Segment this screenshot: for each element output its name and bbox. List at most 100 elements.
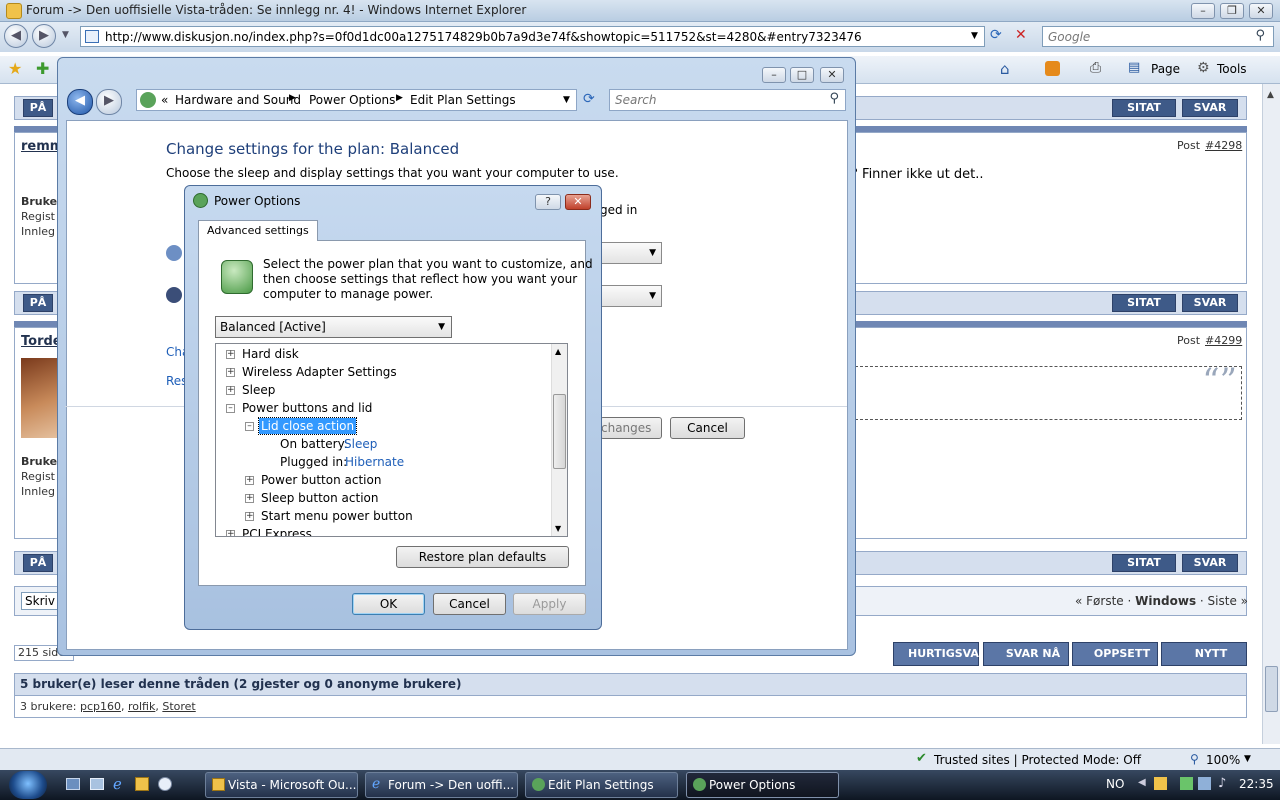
- apply-button[interactable]: Apply: [513, 593, 586, 615]
- reader-link[interactable]: pcp160: [80, 700, 121, 713]
- tree-scroll-up-icon[interactable]: ▲: [555, 347, 561, 356]
- tray-network-icon[interactable]: [1198, 777, 1211, 790]
- edit-refresh-icon[interactable]: ⟳: [583, 91, 595, 107]
- history-dropdown-icon[interactable]: ▼: [62, 30, 69, 40]
- media-player-icon[interactable]: [158, 777, 172, 791]
- page-scrollbar[interactable]: ▲: [1262, 84, 1280, 744]
- tree-scroll-down-icon[interactable]: ▼: [555, 524, 561, 533]
- clock[interactable]: 22:35: [1239, 777, 1274, 791]
- expand-icon[interactable]: +: [226, 350, 235, 359]
- scroll-thumb[interactable]: [1265, 666, 1278, 712]
- last-link[interactable]: · Siste »: [1196, 594, 1248, 608]
- plan-select[interactable]: Balanced [Active] ▼: [215, 316, 452, 338]
- edit-forward-icon[interactable]: ▶: [96, 89, 122, 115]
- start-orb-icon[interactable]: [9, 771, 47, 799]
- svar-button[interactable]: SVAR: [1182, 99, 1238, 117]
- breadcrumb-sep-icon[interactable]: ▶: [396, 93, 403, 103]
- stop-icon[interactable]: ✕: [1015, 27, 1027, 43]
- search-box[interactable]: Google ⚲: [1042, 26, 1274, 47]
- edit-breadcrumb[interactable]: « Hardware and Sound ▶ Power Options ▶ E…: [136, 89, 577, 111]
- help-button[interactable]: ?: [535, 194, 561, 210]
- breadcrumb-power-options[interactable]: Power Options: [309, 93, 395, 107]
- favorites-star-icon[interactable]: ★: [8, 59, 22, 78]
- plugged-in-value[interactable]: Hibernate: [345, 455, 404, 469]
- close-button[interactable]: ✕: [1249, 3, 1273, 19]
- tree-power-button-action[interactable]: Power button action: [261, 473, 381, 487]
- pa-button[interactable]: PÅ: [23, 99, 53, 117]
- expand-icon[interactable]: +: [245, 476, 254, 485]
- expand-icon[interactable]: +: [226, 530, 235, 536]
- sitat-button[interactable]: SITAT: [1112, 294, 1176, 312]
- outlook-quicklaunch-icon[interactable]: [135, 777, 149, 791]
- settings-tree[interactable]: + Hard disk + Wireless Adapter Settings …: [215, 343, 568, 537]
- current-forum[interactable]: Windows: [1135, 594, 1196, 608]
- sitat-button[interactable]: SITAT: [1112, 554, 1176, 572]
- add-favorites-icon[interactable]: ✚: [36, 59, 49, 78]
- address-dropdown-icon[interactable]: ▼: [971, 31, 978, 41]
- oppsett-button[interactable]: OPPSETT: [1072, 642, 1158, 666]
- scroll-up-icon[interactable]: ▲: [1267, 90, 1274, 100]
- switch-windows-icon[interactable]: [90, 778, 104, 790]
- tree-sleep-button-action[interactable]: Sleep button action: [261, 491, 378, 505]
- print-icon[interactable]: ⎙: [1090, 60, 1101, 76]
- show-desktop-icon[interactable]: [66, 778, 80, 790]
- home-icon[interactable]: ⌂: [1000, 60, 1010, 78]
- edit-back-icon[interactable]: ◀: [67, 89, 93, 115]
- restore-button[interactable]: ❐: [1220, 3, 1244, 19]
- tools-menu[interactable]: Tools: [1217, 62, 1247, 76]
- tree-hard-disk[interactable]: Hard disk: [242, 347, 299, 361]
- tray-expand-icon[interactable]: ◀: [1138, 777, 1146, 788]
- display-plugged-select[interactable]: ▼: [600, 242, 662, 264]
- edit-maximize-button[interactable]: □: [790, 67, 814, 83]
- taskbar-outlook[interactable]: Vista - Microsoft Ou...: [205, 772, 358, 798]
- taskbar-power-options[interactable]: Power Options: [686, 772, 839, 798]
- reader-link[interactable]: Storet: [162, 700, 195, 713]
- expand-icon[interactable]: +: [226, 368, 235, 377]
- hurtigsvar-button[interactable]: HURTIGSVAR: [893, 642, 987, 666]
- tray-volume-icon[interactable]: ♪: [1218, 776, 1226, 791]
- breadcrumb-edit-plan[interactable]: Edit Plan Settings: [410, 93, 516, 107]
- on-battery-value[interactable]: Sleep: [344, 437, 377, 451]
- zoom-dropdown-icon[interactable]: ▼: [1244, 754, 1251, 764]
- breadcrumb-dropdown-icon[interactable]: ▼: [563, 95, 570, 105]
- first-link[interactable]: « Første ·: [1075, 594, 1135, 608]
- zoom-level[interactable]: 100%: [1206, 753, 1240, 767]
- feeds-icon[interactable]: [1045, 61, 1060, 76]
- post-author[interactable]: Torde: [21, 334, 62, 349]
- dialog-cancel-button[interactable]: Cancel: [433, 593, 506, 615]
- nytt-emne-button[interactable]: NYTT EMNE: [1161, 642, 1247, 682]
- search-icon[interactable]: ⚲: [1255, 28, 1265, 43]
- forum-search-input[interactable]: Skriv: [21, 592, 61, 610]
- minimize-button[interactable]: –: [1191, 3, 1215, 19]
- tree-pci-express[interactable]: PCI Express: [242, 527, 312, 536]
- tree-power-buttons-lid[interactable]: Power buttons and lid: [242, 401, 372, 415]
- tree-scrollbar[interactable]: ▲ ▼: [551, 344, 567, 536]
- edit-search-icon[interactable]: ⚲: [829, 91, 839, 106]
- refresh-icon[interactable]: ⟳: [990, 27, 1002, 43]
- reader-link[interactable]: rolfik: [128, 700, 155, 713]
- post-number-link[interactable]: #4298: [1205, 139, 1242, 152]
- tray-power-icon[interactable]: [1180, 777, 1193, 790]
- language-indicator[interactable]: NO: [1106, 777, 1124, 791]
- svar-button[interactable]: SVAR: [1182, 294, 1238, 312]
- breadcrumb-hardware-sound[interactable]: Hardware and Sound: [175, 93, 301, 107]
- save-changes-button[interactable]: changes: [600, 417, 662, 439]
- forward-icon[interactable]: ▶: [32, 24, 56, 48]
- edit-minimize-button[interactable]: –: [762, 67, 786, 83]
- security-zone[interactable]: Trusted sites | Protected Mode: Off: [934, 753, 1141, 767]
- tree-lid-close-action[interactable]: Lid close action: [257, 417, 358, 435]
- tree-start-menu-button[interactable]: Start menu power button: [261, 509, 413, 523]
- address-bar[interactable]: http://www.diskusjon.no/index.php?s=0f0d…: [80, 26, 985, 47]
- taskbar-edit-plan[interactable]: Edit Plan Settings: [525, 772, 678, 798]
- collapse-icon[interactable]: –: [226, 404, 235, 413]
- back-icon[interactable]: ◀: [4, 24, 28, 48]
- expand-icon[interactable]: +: [245, 494, 254, 503]
- sitat-button[interactable]: SITAT: [1112, 99, 1176, 117]
- tree-wireless[interactable]: Wireless Adapter Settings: [242, 365, 397, 379]
- svar-na-button[interactable]: SVAR NÅ: [983, 642, 1069, 666]
- tab-advanced-settings[interactable]: Advanced settings: [198, 220, 318, 241]
- page-menu[interactable]: Page: [1151, 62, 1180, 76]
- expand-icon[interactable]: +: [245, 512, 254, 521]
- svar-button[interactable]: SVAR: [1182, 554, 1238, 572]
- breadcrumb-sep-icon[interactable]: ▶: [289, 93, 296, 103]
